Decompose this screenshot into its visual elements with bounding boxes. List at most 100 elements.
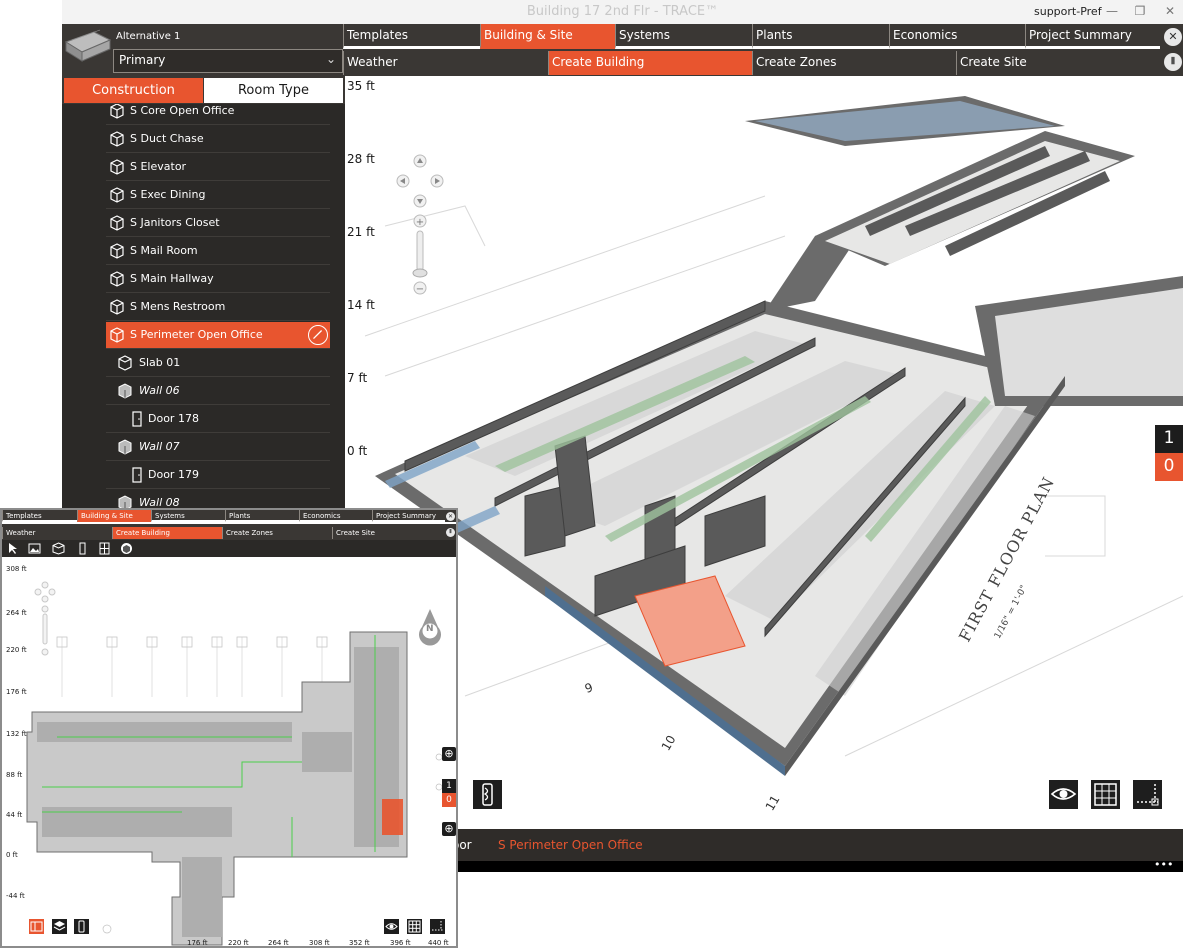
x-axis-label: 176 ft: [187, 939, 208, 947]
layers-icon[interactable]: [52, 919, 67, 934]
story-upper-button[interactable]: 1: [442, 779, 456, 793]
plan-viewport[interactable]: N 308 ft 264 ft 220 ft 176 ft 132 ft 88 …: [2, 557, 456, 947]
tab-create-site[interactable]: Create Site: [956, 51, 1161, 75]
tab-plants[interactable]: Plants: [752, 24, 889, 49]
room-cube-icon: [110, 187, 124, 203]
tree-item[interactable]: Slab 01: [106, 350, 330, 377]
tab-create-building[interactable]: Create Building: [548, 51, 752, 75]
zoom-add-icon[interactable]: ⊕: [442, 822, 456, 836]
window-icon[interactable]: [98, 542, 111, 555]
y-axis-label: 220 ft: [6, 646, 27, 654]
tree-item[interactable]: S Mens Restroom: [106, 294, 330, 321]
room-cube-icon: [110, 327, 124, 343]
tab-economics[interactable]: Economics: [889, 24, 1025, 49]
image-icon[interactable]: [28, 542, 41, 555]
tab-weather[interactable]: Weather: [2, 527, 112, 539]
tab-templates[interactable]: Templates: [343, 24, 480, 49]
dimension-icon[interactable]: [430, 919, 445, 934]
tree-item[interactable]: S Mail Room: [106, 238, 330, 265]
tab-plants[interactable]: Plants: [225, 510, 299, 522]
insulation-icon[interactable]: [74, 919, 89, 934]
y-axis-label: 264 ft: [6, 609, 27, 617]
library-icon[interactable]: ⦀: [1164, 53, 1182, 71]
tree-item[interactable]: Wall 06: [106, 378, 330, 405]
door-icon[interactable]: [76, 542, 89, 555]
tree-item[interactable]: Door 179: [106, 462, 330, 489]
x-axis-label: 440 ft: [428, 939, 449, 947]
drawing-toolbar: [2, 540, 456, 557]
tab-project-summary[interactable]: Project Summary: [1025, 24, 1160, 49]
alternative-label: Alternative 1: [116, 31, 181, 42]
tab-economics[interactable]: Economics: [299, 510, 372, 522]
y-axis-label: 176 ft: [6, 688, 27, 696]
story-upper-button[interactable]: 1: [1155, 425, 1183, 453]
more-icon[interactable]: •••: [1154, 858, 1173, 871]
room-cube-icon: [110, 131, 124, 147]
story-lower-button[interactable]: 0: [442, 793, 456, 807]
tab-templates[interactable]: Templates: [2, 510, 77, 522]
tab-create-building[interactable]: Create Building: [112, 527, 222, 539]
navigation-control[interactable]: + −: [395, 151, 445, 296]
alternative-dropdown[interactable]: Primary ⌄: [113, 49, 343, 73]
tab-create-zones[interactable]: Create Zones: [752, 51, 956, 75]
room-cube-icon: [110, 215, 124, 231]
zoom-in-icon[interactable]: ⊕: [442, 747, 456, 761]
y-axis-label: 308 ft: [6, 565, 27, 573]
user-profile[interactable]: support-Pref: [1034, 5, 1102, 18]
story-lower-button[interactable]: 0: [1155, 453, 1183, 481]
tree-item[interactable]: S Janitors Closet: [106, 210, 330, 237]
tab-systems[interactable]: Systems: [615, 24, 752, 49]
room-cube-icon: [110, 104, 124, 119]
close-icon[interactable]: ✕: [1164, 28, 1182, 46]
x-axis-label: 264 ft: [268, 939, 289, 947]
tab-weather[interactable]: Weather: [343, 51, 548, 75]
plan-view-window: Templates Building & Site Systems Plants…: [0, 508, 458, 948]
main-tabs: Templates Building & Site Systems Plants…: [343, 24, 1160, 49]
minimize-button[interactable]: —: [1102, 4, 1122, 18]
library-icon[interactable]: ⦀: [446, 528, 455, 537]
3d-viewport[interactable]: 35 ft 28 ft 21 ft 14 ft 7 ft 0 ft + − FI…: [345, 76, 1183, 829]
building-3d-model: [364, 96, 1183, 776]
eye-icon[interactable]: [384, 919, 399, 934]
tab-building-site[interactable]: Building & Site: [77, 510, 151, 522]
tab-building-site[interactable]: Building & Site: [480, 24, 615, 49]
small-sub-tabs: Weather Create Building Create Zones Cre…: [2, 524, 456, 540]
grid-icon[interactable]: [1091, 780, 1120, 809]
tab-project-summary[interactable]: Project Summary: [372, 510, 445, 522]
tab-room-type[interactable]: Room Type: [204, 78, 343, 103]
tab-create-zones[interactable]: Create Zones: [222, 527, 332, 539]
tree-item[interactable]: S Elevator: [106, 154, 330, 181]
tab-systems[interactable]: Systems: [151, 510, 225, 522]
close-window-button[interactable]: ✕: [1160, 4, 1180, 18]
edit-icon[interactable]: [308, 325, 328, 345]
tree-item[interactable]: S Core Open Office: [106, 104, 330, 125]
close-icon[interactable]: ✕: [446, 512, 455, 521]
chevron-down-icon: ⌄: [325, 52, 336, 66]
floor-plan-icon[interactable]: [29, 919, 44, 934]
door-icon: [132, 411, 142, 427]
grid-icon[interactable]: [407, 919, 422, 934]
dimension-icon[interactable]: [1133, 780, 1162, 809]
tab-create-site[interactable]: Create Site: [332, 527, 442, 539]
building-thumbnail-icon: [64, 29, 112, 62]
height-label: 35 ft: [347, 79, 375, 93]
pointer-icon[interactable]: [6, 542, 19, 555]
import-model-icon[interactable]: [120, 542, 133, 555]
window-title: Building 17 2nd Flr - TRACE™: [526, 4, 719, 19]
eye-icon[interactable]: [1049, 780, 1078, 809]
tree-item-selected[interactable]: S Perimeter Open Office: [106, 322, 330, 349]
tree-item[interactable]: S Duct Chase: [106, 126, 330, 153]
top-bar: Alternative 1 Primary ⌄ Templates Buildi…: [62, 24, 1183, 76]
tab-construction[interactable]: Construction: [64, 78, 203, 103]
tree-item[interactable]: S Exec Dining: [106, 182, 330, 209]
maximize-button[interactable]: ❐: [1130, 4, 1150, 18]
insulation-icon[interactable]: [473, 780, 502, 809]
tree-item[interactable]: Wall 07: [106, 434, 330, 461]
tree-item[interactable]: S Main Hallway: [106, 266, 330, 293]
cube-icon[interactable]: [52, 542, 65, 555]
tree-item[interactable]: Door 178: [106, 406, 330, 433]
title-bar: Building 17 2nd Flr - TRACE™ support-Pre…: [62, 0, 1183, 24]
breadcrumb-current[interactable]: S Perimeter Open Office: [498, 838, 643, 852]
height-label: 0 ft: [347, 444, 368, 458]
height-label: 21 ft: [347, 225, 375, 239]
